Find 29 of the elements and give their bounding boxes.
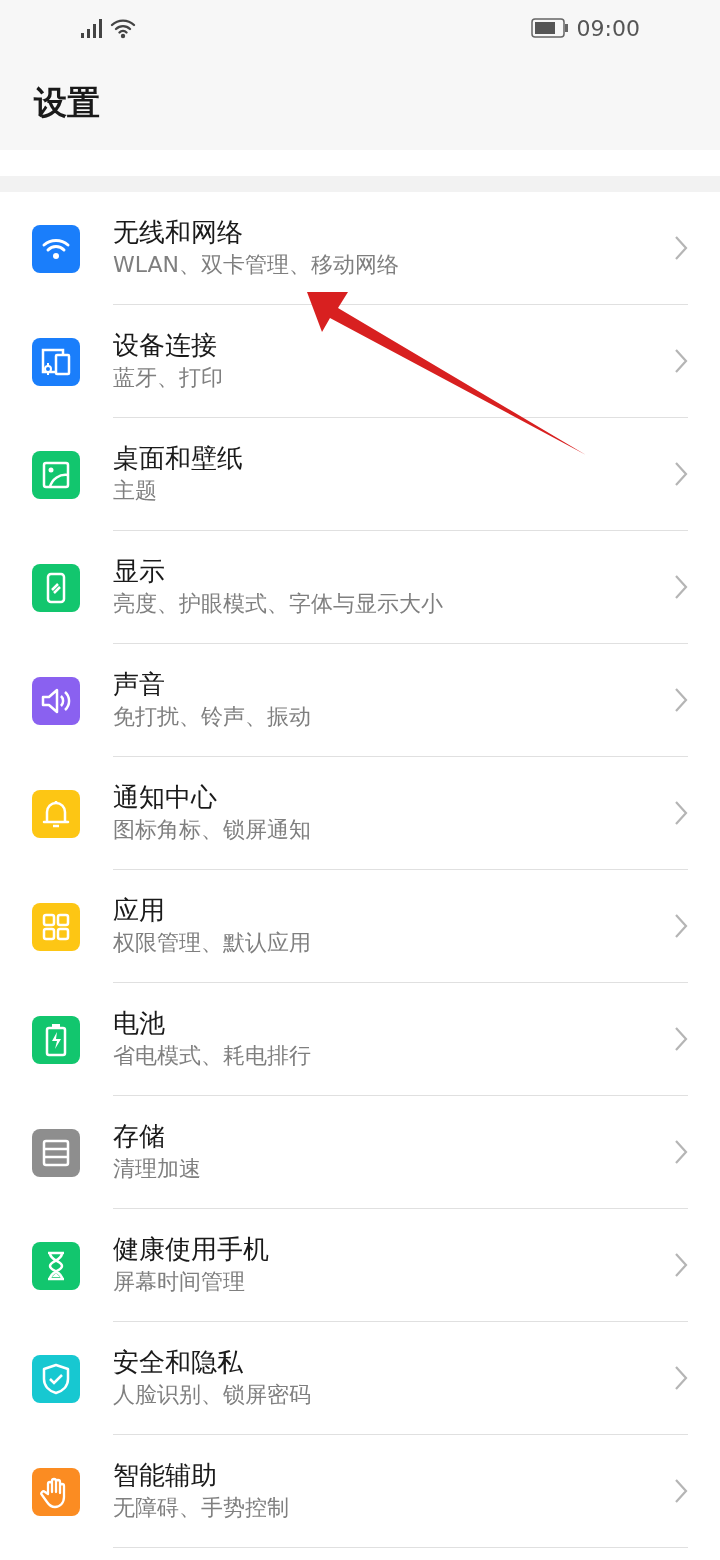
chevron-icon bbox=[674, 461, 688, 487]
chevron-icon bbox=[674, 348, 688, 374]
settings-item[interactable]: 设备连接 蓝牙、打印 bbox=[113, 328, 674, 394]
chevron-icon bbox=[674, 574, 688, 600]
signal-icon bbox=[80, 17, 104, 39]
page-title: 设置 bbox=[34, 82, 100, 125]
settings-item[interactable]: 显示 亮度、护眼模式、字体与显示大小 bbox=[113, 554, 674, 620]
settings-item[interactable]: 应用 权限管理、默认应用 bbox=[113, 893, 674, 959]
settings-item[interactable]: 无线和网络 WLAN、双卡管理、移动网络 bbox=[113, 215, 674, 281]
settings-item[interactable]: 存储 清理加速 bbox=[113, 1119, 674, 1185]
settings-item[interactable]: 健康使用手机 屏幕时间管理 bbox=[113, 1232, 674, 1298]
settings-item[interactable]: 安全和隐私 人脸识别、锁屏密码 bbox=[113, 1345, 674, 1411]
settings-item[interactable]: 电池 省电模式、耗电排行 bbox=[113, 1006, 674, 1072]
chevron-icon bbox=[674, 1478, 688, 1504]
chevron-icon bbox=[674, 800, 688, 826]
chevron-icon bbox=[674, 1252, 688, 1278]
chevron-icon bbox=[674, 235, 688, 261]
settings-item[interactable]: 智能辅助 无障碍、手势控制 bbox=[113, 1458, 674, 1524]
chevron-icon bbox=[674, 1139, 688, 1165]
settings-item[interactable]: 桌面和壁纸 主题 bbox=[113, 441, 674, 507]
settings-item[interactable]: 通知中心 图标角标、锁屏通知 bbox=[113, 780, 674, 846]
wifi-icon bbox=[110, 17, 136, 39]
clock-time: 09:00 bbox=[576, 14, 640, 43]
chevron-icon bbox=[674, 1365, 688, 1391]
settings-item[interactable]: 声音 免打扰、铃声、振动 bbox=[113, 667, 674, 733]
chevron-icon bbox=[674, 1026, 688, 1052]
chevron-icon bbox=[674, 913, 688, 939]
chevron-icon bbox=[674, 687, 688, 713]
battery-icon bbox=[530, 18, 569, 38]
